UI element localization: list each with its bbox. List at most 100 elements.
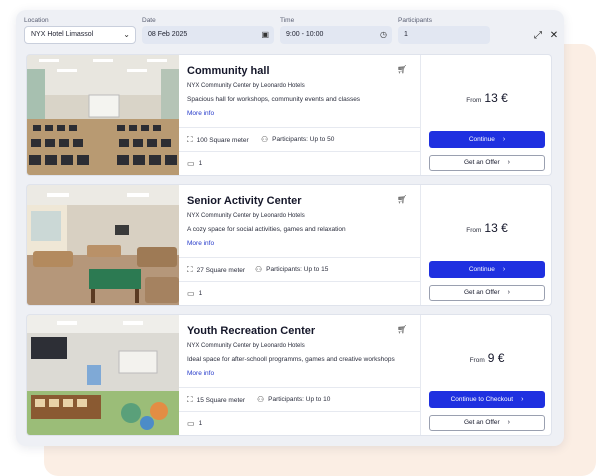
room-title: Community hall [187, 65, 270, 77]
more-info-link[interactable]: More info [187, 370, 214, 377]
clock-icon: ◷ [380, 30, 387, 39]
price-amount: 9 € [487, 351, 505, 365]
room-card: Youth Recreation Center 🛒︎ NYX Community… [26, 314, 552, 436]
room-size: ⛶ 100 Square meter [187, 135, 249, 145]
room-venue: NYX Community Center by Leonardo Hotels [187, 343, 305, 349]
room-capacity-label: Participants: Up to 15 [266, 266, 329, 273]
room-title: Youth Recreation Center [187, 325, 316, 337]
continue-button-label: Continue [468, 266, 495, 273]
room-size: ⛶ 27 Square meter [187, 265, 245, 275]
room-capacity-label: Participants: Up to 50 [272, 136, 335, 143]
room-venue: NYX Community Center by Leonardo Hotels [187, 213, 305, 219]
room-info: Senior Activity Center 🛒︎ NYX Community … [179, 185, 421, 305]
continue-to-checkout-button[interactable]: Continue to Checkout › [429, 391, 545, 408]
room-size-label: 15 Square meter [196, 396, 246, 404]
participants-field[interactable]: 1 [398, 26, 490, 44]
booking-panel: Location NYX Hotel Limassol ⌄ Date 08 Fe… [16, 10, 564, 446]
room-beds: ▭ 1 [187, 159, 202, 168]
location-select[interactable]: NYX Hotel Limassol ⌄ [24, 26, 136, 44]
bed-icon: ▭ [187, 159, 195, 168]
chevron-right-icon: › [502, 136, 506, 143]
cart-icon[interactable]: 🛒︎ [397, 195, 407, 204]
area-icon: ⛶ [187, 135, 193, 144]
room-beds: ▭ 1 [187, 419, 202, 428]
room-capacity: ⚇ Participants: Up to 50 [261, 135, 334, 144]
participants-label: Participants [398, 17, 432, 24]
get-offer-button[interactable]: Get an Offer › [429, 415, 545, 431]
bed-icon: ▭ [187, 419, 195, 428]
room-beds: ▭ 1 [187, 289, 202, 298]
continue-button-label: Continue to Checkout [450, 396, 514, 403]
location-value: NYX Hotel Limassol [31, 31, 94, 38]
continue-button[interactable]: Continue › [429, 131, 545, 148]
date-field[interactable]: 08 Feb 2025 ▣ [142, 26, 274, 44]
divider [179, 281, 421, 282]
date-filter: Date 08 Feb 2025 ▣ [142, 16, 274, 44]
room-photo [27, 315, 179, 435]
chevron-right-icon: › [507, 419, 510, 426]
room-card: Community hall 🛒︎ NYX Community Center b… [26, 54, 552, 176]
room-price: From 13 € [421, 89, 551, 107]
people-icon: ⚇ [255, 265, 263, 274]
cart-icon[interactable]: 🛒︎ [397, 65, 407, 74]
room-size-label: 27 Square meter [196, 266, 246, 274]
chevron-down-icon: ⌄ [123, 30, 130, 39]
participants-value: 1 [404, 31, 408, 38]
price-amount: 13 € [484, 221, 508, 235]
room-description: A cozy space for social activities, game… [187, 226, 346, 233]
room-card: Senior Activity Center 🛒︎ NYX Community … [26, 184, 552, 306]
room-beds-count: 1 [198, 290, 203, 297]
price-amount: 13 € [484, 91, 508, 105]
room-description: Spacious hall for workshops, community e… [187, 96, 361, 103]
room-beds-count: 1 [198, 160, 203, 167]
time-value: 9:00 - 10:00 [286, 31, 324, 38]
get-offer-button-label: Get an Offer [464, 289, 500, 296]
room-pricing: From 13 € Continue › Get an Offer › [421, 185, 551, 305]
continue-button[interactable]: Continue › [429, 261, 545, 278]
people-icon: ⚇ [261, 135, 269, 144]
area-icon: ⛶ [187, 395, 193, 404]
room-venue: NYX Community Center by Leonardo Hotels [187, 83, 305, 89]
more-info-link[interactable]: More info [187, 110, 214, 117]
price-prefix: From [466, 227, 482, 234]
room-size-label: 100 Square meter [196, 136, 249, 144]
room-price: From 9 € [421, 349, 551, 367]
get-offer-button-label: Get an Offer [464, 159, 500, 166]
more-info-link[interactable]: More info [187, 240, 214, 247]
room-capacity: ⚇ Participants: Up to 15 [255, 265, 328, 274]
location-label: Location [24, 17, 49, 24]
get-offer-button[interactable]: Get an Offer › [429, 285, 545, 301]
date-value: 08 Feb 2025 [148, 31, 188, 38]
divider [179, 127, 421, 128]
cart-icon[interactable]: 🛒︎ [397, 325, 407, 334]
divider [179, 151, 421, 152]
room-size: ⛶ 15 Square meter [187, 395, 245, 405]
price-prefix: From [466, 97, 482, 104]
close-icon[interactable]: ✕ [548, 30, 560, 41]
filter-bar: Location NYX Hotel Limassol ⌄ Date 08 Fe… [24, 16, 560, 52]
room-photo [27, 185, 179, 305]
room-title: Senior Activity Center [187, 195, 302, 207]
get-offer-button-label: Get an Offer [464, 419, 500, 426]
divider [179, 411, 421, 412]
room-photo [27, 55, 179, 175]
room-pricing: From 13 € Continue › Get an Offer › [421, 55, 551, 175]
price-prefix: From [469, 357, 485, 364]
area-icon: ⛶ [187, 265, 193, 274]
calendar-icon: ▣ [261, 30, 269, 39]
expand-icon[interactable]: ⤢ [532, 30, 544, 41]
room-price: From 13 € [421, 219, 551, 237]
divider [179, 257, 421, 258]
continue-button-label: Continue [468, 136, 495, 143]
chevron-right-icon: › [507, 289, 510, 296]
room-description: Ideal space for after-schooll programms,… [187, 356, 395, 363]
chevron-right-icon: › [507, 159, 510, 166]
room-beds-count: 1 [198, 420, 203, 427]
time-filter: Time 9:00 - 10:00 ◷ [280, 16, 392, 44]
get-offer-button[interactable]: Get an Offer › [429, 155, 545, 171]
room-capacity-label: Participants: Up to 10 [268, 396, 331, 403]
room-info: Community hall 🛒︎ NYX Community Center b… [179, 55, 421, 175]
time-field[interactable]: 9:00 - 10:00 ◷ [280, 26, 392, 44]
room-pricing: From 9 € Continue to Checkout › Get an Off… [421, 315, 551, 435]
chevron-right-icon: › [521, 396, 524, 403]
